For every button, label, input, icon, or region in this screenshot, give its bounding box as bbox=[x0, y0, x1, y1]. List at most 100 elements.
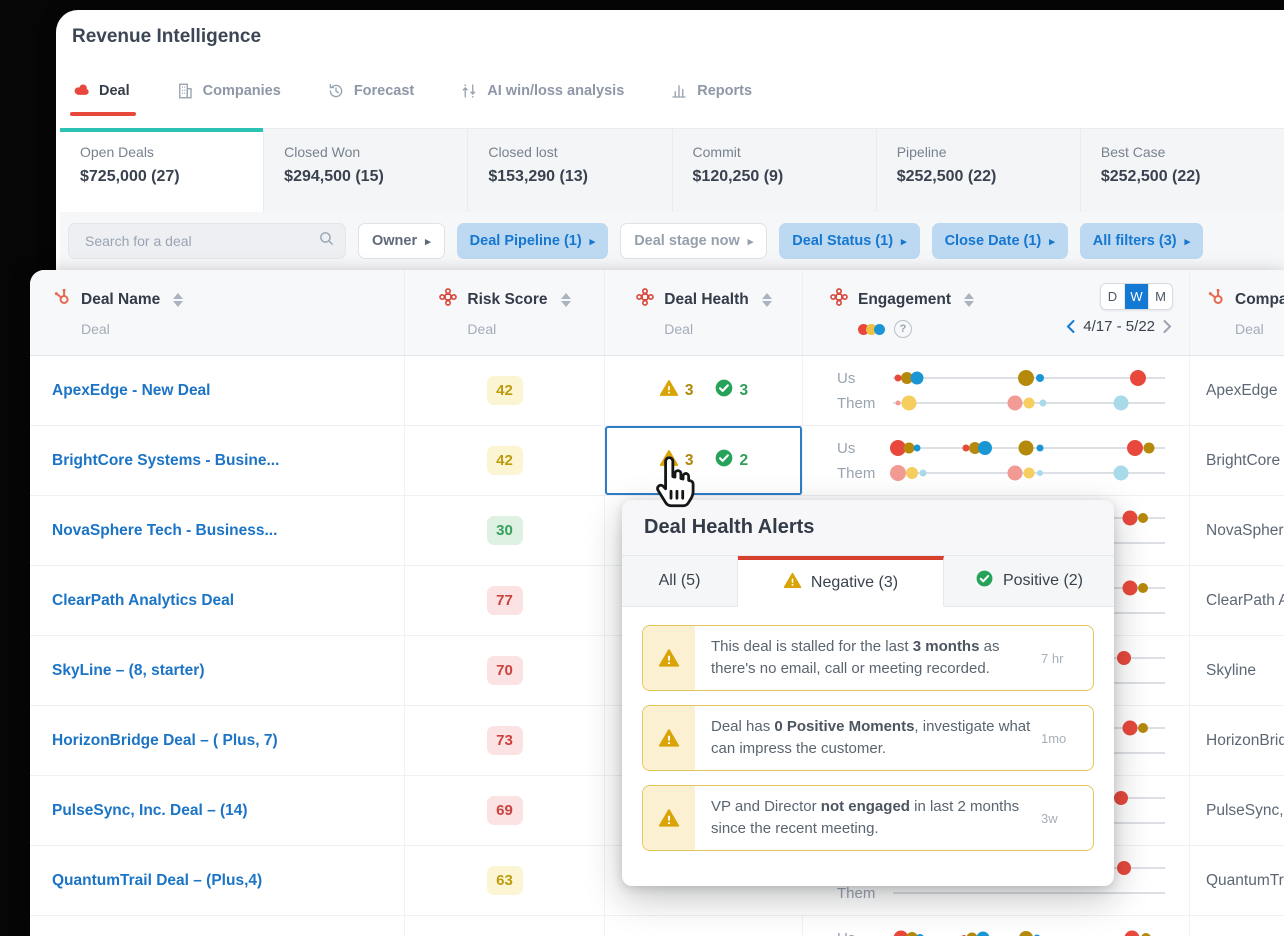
forecast-clock-icon bbox=[327, 82, 345, 100]
deal-name-link[interactable]: SkyLine – (8, starter) bbox=[52, 662, 204, 680]
card-open-deals[interactable]: Open Deals $725,000 (27) bbox=[60, 128, 265, 213]
deal-name-link[interactable]: HorizonBridge Deal – ( Plus, 7) bbox=[52, 732, 278, 750]
deal-health-cell[interactable] bbox=[605, 916, 803, 936]
column-header-deal-name[interactable]: Deal Name Deal bbox=[30, 270, 405, 355]
company-name[interactable]: Skyline bbox=[1206, 662, 1256, 680]
popup-tab-negative[interactable]: Negative (3) bbox=[738, 556, 944, 607]
popup-tab-positive[interactable]: Positive (2) bbox=[944, 556, 1114, 606]
caret-icon: ▸ bbox=[747, 235, 754, 248]
deal-name-link[interactable]: ClearPath Analytics Deal bbox=[52, 592, 234, 610]
filter-deal-status[interactable]: Deal Status (1) ▸ bbox=[779, 223, 920, 259]
deal-name-link[interactable]: QuantumTrail Deal – (Plus,4) bbox=[52, 872, 262, 890]
column-header-engagement[interactable]: Engagement ? D W M 4/17 - 5/22 bbox=[803, 270, 1190, 355]
card-value: $252,500 (22) bbox=[896, 168, 997, 185]
filter-deal-pipeline[interactable]: Deal Pipeline (1) ▸ bbox=[456, 223, 609, 259]
column-subtitle: Deal bbox=[1235, 321, 1264, 337]
toggle-day[interactable]: D bbox=[1101, 284, 1125, 309]
engagement-dot bbox=[906, 467, 919, 479]
filter-deal-stage[interactable]: Deal stage now ▸ bbox=[620, 223, 768, 259]
filter-close-date[interactable]: Close Date (1) ▸ bbox=[931, 223, 1068, 259]
main-nav: Deal Companies Forecast AI win/loss anal… bbox=[70, 82, 752, 116]
company-name[interactable]: HorizonBridge bbox=[1206, 732, 1284, 750]
deal-health-cell[interactable]: 3 3 bbox=[605, 356, 803, 425]
sort-icon[interactable] bbox=[173, 292, 184, 307]
warning-icon bbox=[643, 626, 695, 690]
card-closed-won[interactable]: Closed Won $294,500 (15) bbox=[264, 129, 469, 213]
engagement-dot bbox=[919, 469, 927, 477]
toggle-week[interactable]: W bbox=[1125, 284, 1149, 309]
table-row: Us Them bbox=[30, 916, 1284, 936]
risk-score-badge: 42 bbox=[486, 446, 523, 475]
companies-icon bbox=[176, 82, 194, 100]
tab-companies[interactable]: Companies bbox=[176, 82, 281, 100]
column-subtitle: Deal bbox=[467, 321, 497, 337]
tab-deal-label: Deal bbox=[99, 83, 130, 99]
engagement-dot bbox=[1007, 465, 1023, 481]
card-closed-lost[interactable]: Closed lost $153,290 (13) bbox=[468, 129, 673, 213]
sprocket-icon bbox=[1206, 287, 1226, 312]
deal-name-link[interactable]: PulseSync, Inc. Deal – (14) bbox=[52, 802, 248, 820]
page-title: Revenue Intelligence bbox=[72, 26, 262, 47]
toggle-month[interactable]: M bbox=[1149, 284, 1172, 309]
company-name[interactable]: PulseSync, Inc. bbox=[1206, 802, 1284, 820]
card-label: Best Case bbox=[1100, 144, 1166, 160]
chevron-left-icon[interactable] bbox=[1065, 319, 1076, 334]
tab-reports-label: Reports bbox=[697, 83, 753, 99]
caret-icon: ▸ bbox=[589, 235, 596, 248]
engagement-dot bbox=[1117, 651, 1132, 665]
sort-icon[interactable] bbox=[560, 292, 571, 307]
tab-deal[interactable]: Deal bbox=[70, 82, 136, 116]
company-name[interactable]: BrightCore Systems bbox=[1206, 452, 1284, 470]
tab-ai-winloss[interactable]: AI win/loss analysis bbox=[460, 82, 624, 100]
check-icon bbox=[714, 378, 734, 403]
column-header-risk-score[interactable]: Risk Score Deal bbox=[405, 270, 605, 355]
card-value: $153,290 (13) bbox=[488, 168, 588, 185]
tab-forecast-label: Forecast bbox=[353, 83, 415, 99]
column-subtitle: Deal bbox=[81, 321, 110, 337]
deal-name-link[interactable]: BrightCore Systems - Busine... bbox=[52, 452, 279, 470]
engagement-dot bbox=[1035, 374, 1044, 382]
tab-reports[interactable]: Reports bbox=[670, 82, 752, 100]
engagement-dot bbox=[1113, 465, 1129, 481]
engagement-timeline-us bbox=[893, 367, 1165, 389]
engagement-dot bbox=[901, 395, 917, 411]
card-best-case[interactable]: Best Case $252,500 (22) bbox=[1080, 129, 1284, 213]
risk-score-badge: 30 bbox=[486, 516, 523, 545]
engagement-dot bbox=[1138, 513, 1149, 523]
alert-card: VP and Director not engaged in last 2 mo… bbox=[642, 785, 1094, 851]
company-name[interactable]: ApexEdge bbox=[1206, 382, 1278, 400]
warning-icon bbox=[659, 378, 679, 403]
engagement-dot bbox=[1122, 510, 1138, 526]
table-row: ApexEdge - New Deal 42 3 3 Us Them ApexE… bbox=[30, 356, 1284, 426]
search-input[interactable] bbox=[83, 232, 318, 250]
alert-card: Deal has 0 Positive Moments, investigate… bbox=[642, 705, 1094, 771]
filter-owner[interactable]: Owner ▸ bbox=[358, 223, 445, 259]
tab-forecast[interactable]: Forecast bbox=[327, 82, 414, 100]
win-loss-icon bbox=[460, 82, 478, 100]
help-icon[interactable]: ? bbox=[894, 320, 912, 338]
sort-icon[interactable] bbox=[761, 292, 772, 307]
engagement-dot bbox=[895, 400, 901, 406]
company-name[interactable]: QuantumTrail bbox=[1206, 872, 1284, 890]
column-header-deal-health[interactable]: Deal Health Deal bbox=[605, 270, 803, 355]
card-pipeline[interactable]: Pipeline $252,500 (22) bbox=[876, 129, 1081, 213]
engagement-dot bbox=[1018, 370, 1035, 386]
card-commit[interactable]: Commit $120,250 (9) bbox=[672, 129, 877, 213]
popup-tab-all[interactable]: All (5) bbox=[622, 556, 738, 606]
deal-health-cell-selected[interactable]: 3 2 bbox=[605, 426, 803, 495]
risk-score-badge: 77 bbox=[486, 586, 523, 615]
column-header-company[interactable]: Company Deal bbox=[1190, 270, 1284, 355]
chevron-right-icon[interactable] bbox=[1162, 319, 1173, 334]
caret-icon: ▸ bbox=[901, 235, 907, 248]
alert-text: VP and Director not engaged in last 2 mo… bbox=[711, 797, 1020, 838]
ai-flower-icon bbox=[829, 287, 849, 312]
company-name[interactable]: ClearPath Analytics bbox=[1206, 592, 1284, 610]
deal-name-link[interactable]: ApexEdge - New Deal bbox=[52, 382, 211, 400]
engagement-cell: Us Them bbox=[803, 356, 1190, 425]
deal-search-box[interactable] bbox=[68, 223, 346, 259]
engagement-dot bbox=[1117, 861, 1132, 875]
company-name[interactable]: NovaSphere Tech bbox=[1206, 522, 1284, 540]
filter-all-filters[interactable]: All filters (3) ▸ bbox=[1079, 223, 1204, 259]
sort-icon[interactable] bbox=[964, 292, 975, 307]
deal-name-link[interactable]: NovaSphere Tech - Business... bbox=[52, 522, 277, 540]
